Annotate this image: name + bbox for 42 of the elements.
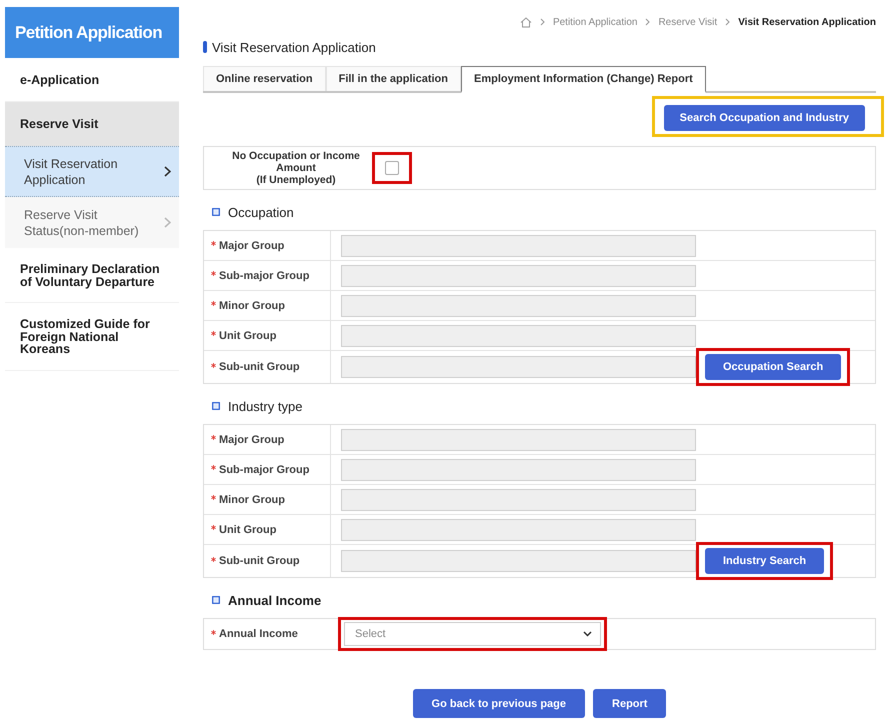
field-label: Annual Income bbox=[219, 628, 298, 640]
field-label: Unit Group bbox=[219, 524, 276, 536]
search-button[interactable]: Search Occupation and Industry bbox=[664, 105, 865, 131]
square-bullet-icon bbox=[212, 208, 220, 216]
chevron-icon bbox=[725, 18, 730, 26]
breadcrumb-link[interactable]: Petition Application bbox=[552, 16, 638, 28]
square-bullet-icon bbox=[212, 402, 220, 410]
chevron-icon bbox=[540, 18, 545, 26]
sidebar-subitem-label: Reserve Visit Status(non-member) bbox=[24, 206, 140, 238]
field-label: Minor Group bbox=[219, 494, 285, 506]
breadcrumb-link[interactable]: Visit Reservation Application bbox=[738, 16, 876, 28]
field-label: Minor Group bbox=[219, 300, 285, 312]
field-label: Sub-major Group bbox=[219, 270, 310, 282]
tab[interactable]: Employment Information (Change) Report bbox=[461, 66, 706, 93]
home-icon[interactable] bbox=[520, 16, 532, 28]
field-label: Sub-major Group bbox=[219, 464, 310, 476]
caret-icon bbox=[583, 631, 592, 637]
checkbox[interactable] bbox=[385, 161, 399, 175]
section-title: Annual Income bbox=[228, 592, 322, 608]
chevron-icon bbox=[645, 18, 650, 26]
form-button[interactable]: Report bbox=[593, 689, 666, 718]
title-marker-icon bbox=[203, 41, 207, 53]
tab[interactable]: Fill in the application bbox=[326, 66, 461, 91]
section-title: Occupation bbox=[228, 204, 294, 220]
tab[interactable]: Online reservation bbox=[203, 66, 326, 91]
section-title: Industry type bbox=[228, 398, 302, 414]
field-label: Sub-unit Group bbox=[219, 361, 300, 373]
field-label: Major Group bbox=[219, 434, 284, 446]
sidebar-item[interactable]: Reserve Visit bbox=[5, 102, 179, 146]
field-label: Major Group bbox=[219, 240, 284, 252]
page-title: Visit Reservation Application bbox=[212, 40, 376, 54]
sidebar-title: Petition Application bbox=[5, 7, 179, 58]
unemployed-label: No Occupation or Income Amount (If Unemployed) bbox=[231, 150, 361, 186]
select-field[interactable]: Select bbox=[344, 622, 601, 646]
sidebar-subitem-label: Visit Reservation Application bbox=[24, 156, 119, 188]
form-button[interactable]: Go back to previous page bbox=[412, 689, 586, 718]
sidebar-subitem[interactable]: Visit Reservation Application bbox=[5, 146, 179, 197]
field-label: Sub-unit Group bbox=[219, 555, 300, 567]
breadcrumb-link[interactable]: Reserve Visit bbox=[658, 16, 718, 28]
square-bullet-icon bbox=[212, 596, 220, 604]
field-label: Unit Group bbox=[219, 330, 276, 342]
sidebar-subitem[interactable]: Reserve Visit Status(non-member) bbox=[5, 197, 179, 248]
